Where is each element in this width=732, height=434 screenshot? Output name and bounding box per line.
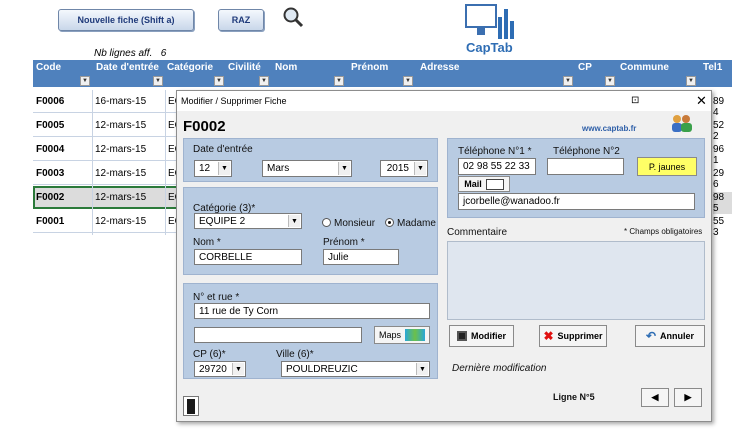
map-icon: [405, 329, 425, 341]
tel2-input[interactable]: [547, 158, 624, 175]
save-disk-icon: [457, 331, 467, 341]
chevron-down-icon: ▼: [414, 162, 426, 175]
close-icon[interactable]: ✕: [696, 93, 707, 109]
address-panel: N° et rue * 11 rue de Ty Corn Maps CP (6…: [183, 283, 438, 379]
chevron-down-icon: ▼: [416, 363, 428, 375]
table-body: F000616-mars-15EQ F000512-mars-15EQ F000…: [33, 90, 213, 235]
edit-dialog: Modifier / Supprimer Fiche ⊡ ✕ F0002 www…: [176, 90, 712, 422]
filter-dropdown-icon[interactable]: ▼: [259, 76, 269, 86]
last-modified-label: Dernière modification: [452, 363, 547, 374]
chevron-down-icon: ▼: [288, 215, 300, 227]
users-icon: [670, 113, 694, 133]
month-select[interactable]: Mars ▼: [262, 160, 352, 177]
dialog-title: Modifier / Supprimer Fiche: [181, 96, 287, 106]
col-commune: Commune: [620, 62, 669, 73]
app-logo-text: CapTab: [466, 40, 513, 55]
exit-door-icon[interactable]: [183, 396, 199, 416]
filter-dropdown-icon[interactable]: ▼: [563, 76, 573, 86]
filter-dropdown-icon[interactable]: ▼: [214, 76, 224, 86]
undo-icon: ↶: [645, 329, 657, 343]
chevron-down-icon: ▼: [338, 162, 350, 175]
prev-record-button[interactable]: ◀: [641, 388, 669, 407]
category-select[interactable]: EQUIPE 2 ▼: [194, 213, 302, 229]
madame-label: Madame: [397, 218, 436, 229]
comment-label: Commentaire: [447, 227, 508, 238]
pages-jaunes-button[interactable]: P. jaunes: [637, 157, 697, 176]
cp-label: CP (6)*: [193, 349, 226, 360]
mail-button[interactable]: Mail: [458, 176, 510, 192]
filter-dropdown-icon[interactable]: ▼: [80, 76, 90, 86]
captab-logo-icon: [462, 3, 520, 41]
col-address: Adresse: [420, 62, 460, 73]
modify-button[interactable]: Modifier: [449, 325, 514, 347]
new-record-button[interactable]: Nouvelle fiche (Shift a): [58, 9, 194, 31]
address-label: N° et rue *: [193, 292, 240, 303]
required-note: * Champs obligatoires: [624, 227, 703, 236]
comment-textarea[interactable]: [447, 241, 705, 320]
filter-dropdown-icon[interactable]: ▼: [403, 76, 413, 86]
city-select[interactable]: POULDREUZIC ▼: [281, 361, 430, 377]
zoom-icon[interactable]: [282, 6, 304, 28]
tel1-input[interactable]: 02 98 55 22 33: [458, 158, 536, 175]
address2-input[interactable]: [194, 327, 362, 343]
cp-select[interactable]: 29720 ▼: [194, 361, 246, 377]
email-input[interactable]: jcorbelle@wanadoo.fr: [458, 193, 695, 210]
date-label: Date d'entrée: [193, 144, 253, 155]
date-panel: Date d'entrée 12 ▼ Mars ▼ 2015 ▼: [183, 138, 438, 182]
table-header: Code ▼ Date d'entrée ▼ Catégorie ▼ Civilité…: [33, 60, 732, 87]
tel2-label: Téléphone N°2: [553, 146, 620, 157]
prenom-input[interactable]: Julie: [323, 249, 399, 265]
prenom-label: Prénom *: [323, 237, 365, 248]
radio-monsieur[interactable]: [322, 218, 331, 227]
maps-button[interactable]: Maps: [374, 326, 430, 344]
day-select[interactable]: 12 ▼: [194, 160, 232, 177]
col-date: Date d'entrée: [96, 62, 159, 73]
radio-madame[interactable]: [385, 218, 394, 227]
col-category: Catégorie: [167, 62, 214, 73]
contact-panel: Téléphone N°1 * 02 98 55 22 33 Téléphone…: [447, 138, 705, 218]
envelope-icon: [485, 178, 504, 190]
pin-icon[interactable]: ⊡: [631, 95, 639, 106]
chevron-down-icon: ▼: [232, 363, 244, 375]
col-name: Nom: [275, 62, 298, 73]
col-firstname: Prénom: [351, 62, 389, 73]
red-x-icon: ✖: [543, 329, 554, 343]
col-civility: Civilité: [228, 62, 261, 73]
website-link[interactable]: www.captab.fr: [582, 124, 636, 133]
cancel-button[interactable]: ↶ Annuler: [635, 325, 705, 347]
delete-button[interactable]: ✖ Supprimer: [539, 325, 607, 347]
city-label: Ville (6)*: [276, 349, 314, 360]
reset-button[interactable]: RAZ: [218, 9, 264, 31]
tel-column: 89 4 52 2 96 1 29 6 98 5 55 3: [712, 90, 732, 238]
address-input[interactable]: 11 rue de Ty Corn: [194, 303, 430, 319]
filter-dropdown-icon[interactable]: ▼: [334, 76, 344, 86]
col-tel1: Tel1: [703, 62, 723, 73]
col-cp: CP: [578, 62, 592, 73]
next-record-button[interactable]: ▶: [674, 388, 702, 407]
nom-label: Nom *: [193, 237, 221, 248]
tel1-label: Téléphone N°1 *: [458, 146, 532, 157]
record-code: F0002: [183, 118, 226, 135]
col-code: Code: [36, 62, 61, 73]
nb-lines-label: Nb lignes aff. 6: [94, 48, 167, 59]
filter-dropdown-icon[interactable]: ▼: [605, 76, 615, 86]
line-number: Ligne N°5: [553, 392, 595, 402]
identity-panel: Catégorie (3)* EQUIPE 2 ▼ Monsieur Madame…: [183, 187, 438, 275]
filter-dropdown-icon[interactable]: ▼: [686, 76, 696, 86]
nom-input[interactable]: CORBELLE: [194, 249, 302, 265]
dialog-titlebar: Modifier / Supprimer Fiche ⊡ ✕: [177, 91, 711, 111]
chevron-down-icon: ▼: [218, 162, 230, 175]
monsieur-label: Monsieur: [334, 218, 376, 229]
filter-dropdown-icon[interactable]: ▼: [153, 76, 163, 86]
year-select[interactable]: 2015 ▼: [380, 160, 428, 177]
